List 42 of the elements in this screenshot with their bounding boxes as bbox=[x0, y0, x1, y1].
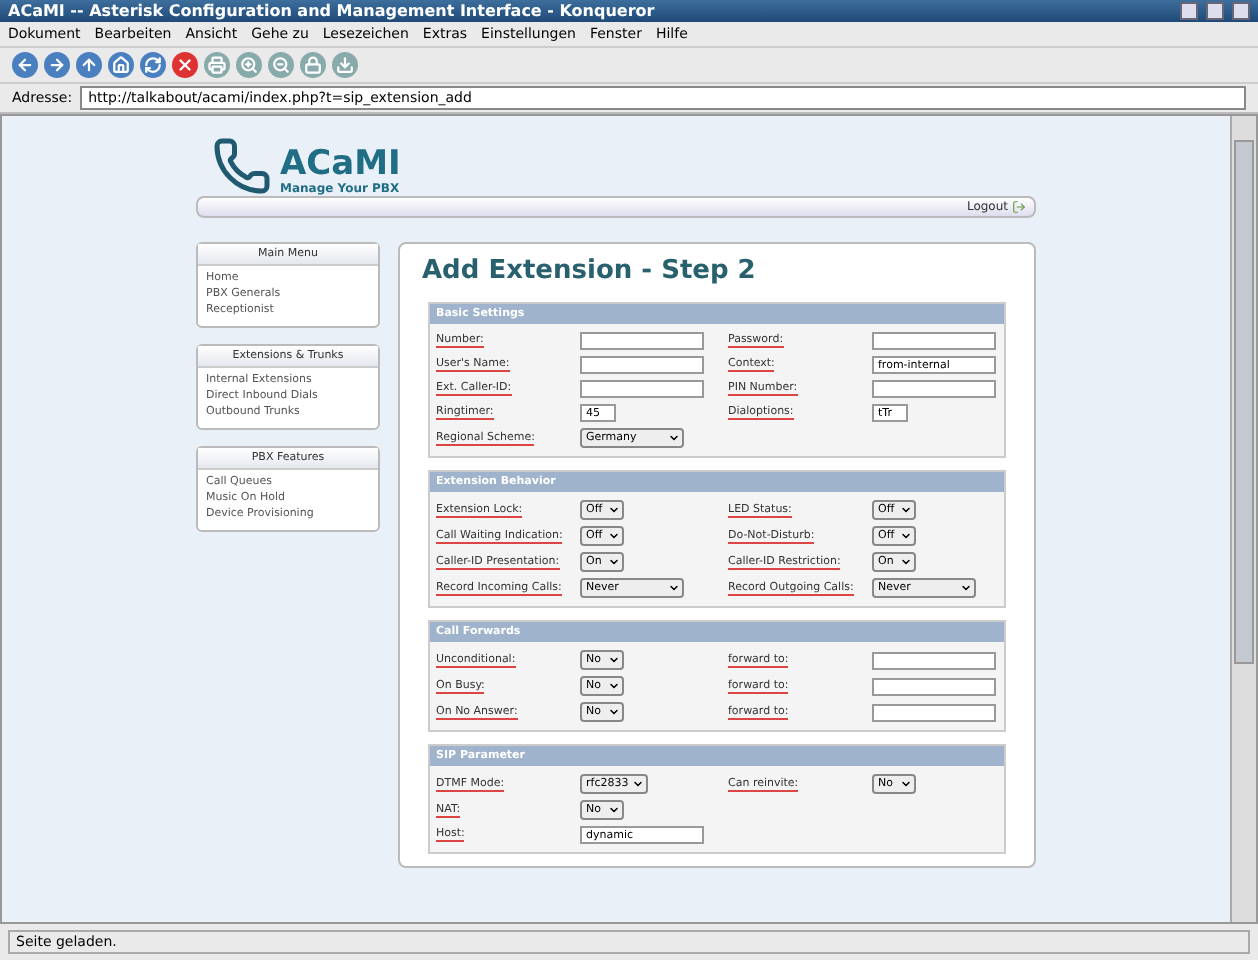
close-button[interactable] bbox=[1232, 2, 1250, 20]
text-field[interactable] bbox=[872, 380, 996, 398]
caret-icon bbox=[668, 582, 680, 594]
zoom-in-icon[interactable] bbox=[236, 52, 262, 78]
logo-title: ACaMI bbox=[280, 148, 401, 182]
caret-icon bbox=[900, 778, 912, 790]
caret-icon bbox=[608, 680, 620, 692]
scrollbar[interactable] bbox=[1230, 116, 1256, 922]
logout-icon[interactable] bbox=[1012, 200, 1026, 214]
page-heading: Add Extension - Step 2 bbox=[422, 256, 758, 286]
caret-icon bbox=[608, 504, 620, 516]
minimize-button[interactable] bbox=[1180, 2, 1198, 20]
text-field[interactable] bbox=[872, 651, 996, 669]
caret-icon bbox=[608, 556, 620, 568]
caret-icon bbox=[608, 706, 620, 718]
caret-icon bbox=[900, 504, 912, 516]
caret-icon bbox=[608, 530, 620, 542]
back-icon[interactable] bbox=[12, 52, 38, 78]
zoom-out-icon[interactable] bbox=[268, 52, 294, 78]
download-icon[interactable] bbox=[332, 52, 358, 78]
maximize-button[interactable] bbox=[1206, 2, 1224, 20]
reload-icon[interactable] bbox=[140, 52, 166, 78]
caret-icon bbox=[608, 804, 620, 816]
caret-icon bbox=[900, 530, 912, 542]
text-field[interactable] bbox=[580, 380, 704, 398]
lock-icon[interactable] bbox=[300, 52, 326, 78]
text-field[interactable] bbox=[580, 332, 704, 350]
caret-icon bbox=[632, 778, 645, 790]
forward-icon[interactable] bbox=[44, 52, 70, 78]
text-field[interactable] bbox=[872, 332, 996, 350]
caret-icon bbox=[900, 556, 912, 568]
stop-icon[interactable] bbox=[172, 52, 198, 78]
printer-icon[interactable] bbox=[204, 52, 230, 78]
phone-icon bbox=[212, 136, 272, 196]
caret-icon bbox=[960, 582, 972, 594]
text-field[interactable] bbox=[580, 356, 704, 374]
text-field[interactable] bbox=[872, 677, 996, 695]
home-icon[interactable] bbox=[108, 52, 134, 78]
window-title: ACaMI -- Asterisk Configuration and Management Interface - Konqueror bbox=[8, 2, 657, 20]
text-field[interactable] bbox=[872, 703, 996, 721]
caret-icon bbox=[608, 654, 620, 666]
caret-icon bbox=[668, 432, 680, 444]
